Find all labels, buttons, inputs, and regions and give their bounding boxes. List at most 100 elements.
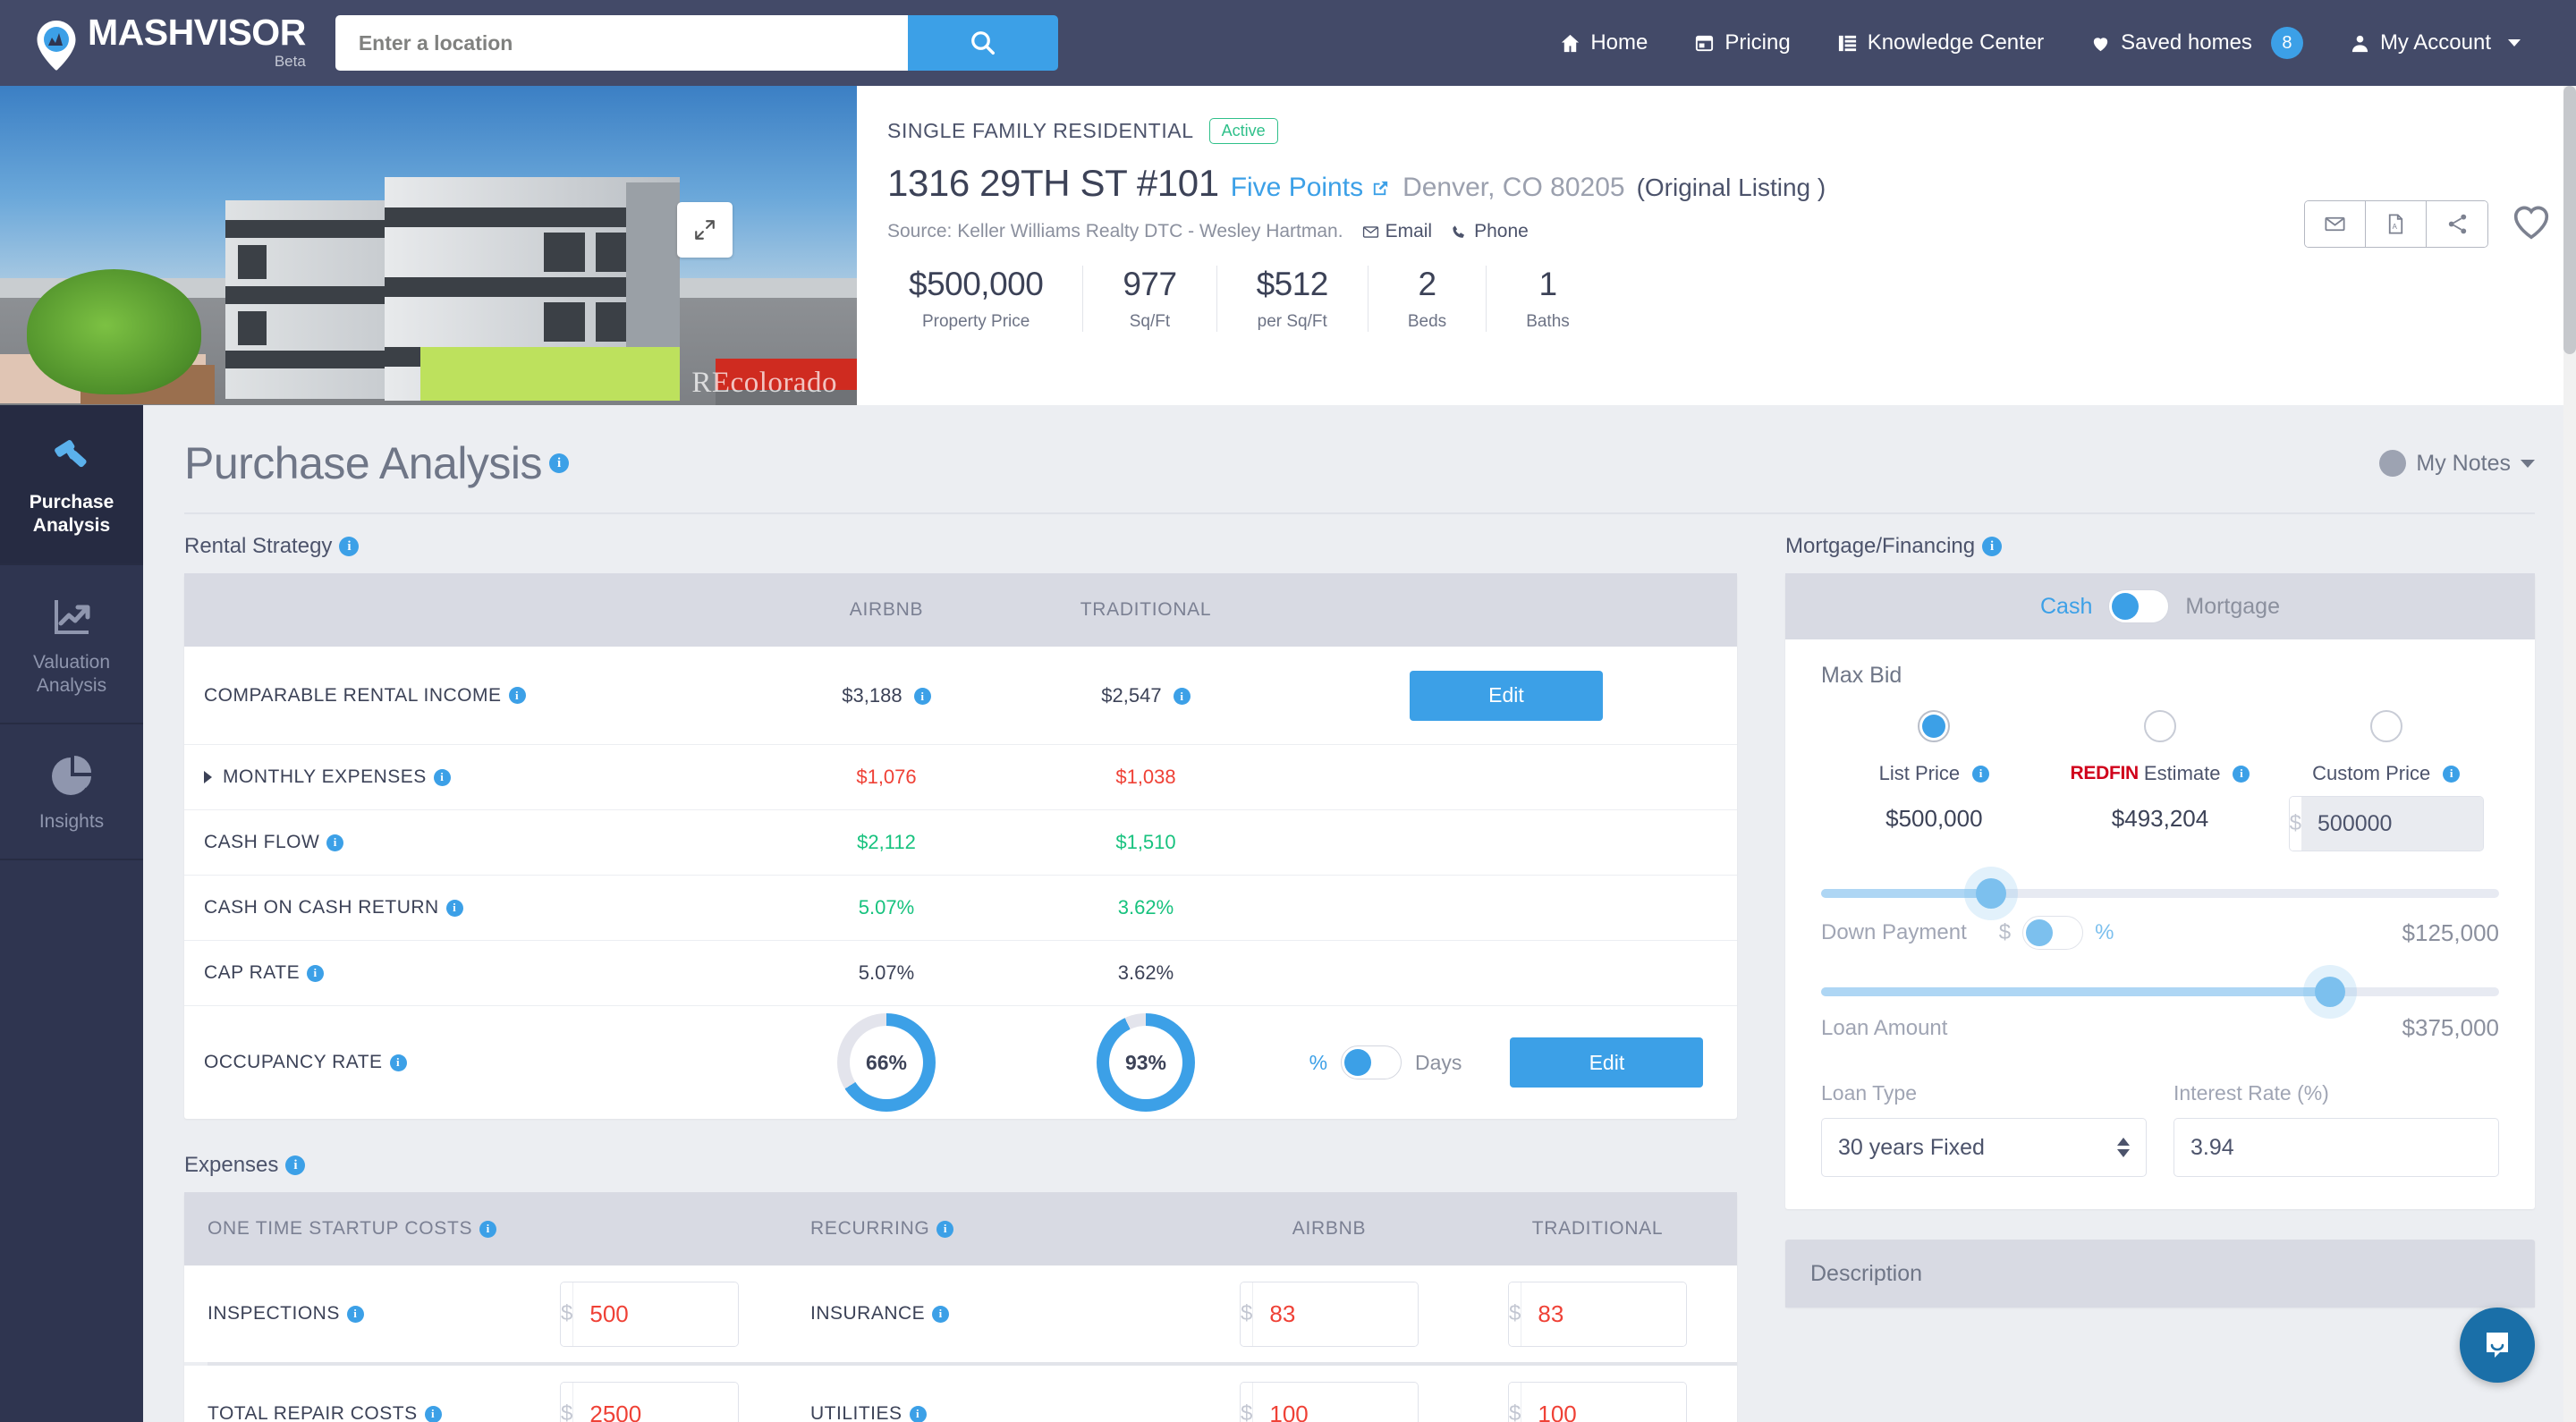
insurance-traditional-value-input[interactable] bbox=[1521, 1282, 1686, 1346]
insurance-traditional-money-input[interactable]: $ bbox=[1508, 1281, 1687, 1347]
inspections-money-input[interactable]: $ bbox=[560, 1281, 739, 1347]
column-info-icon[interactable]: i bbox=[479, 1220, 497, 1238]
original-listing-label: (Original Listing ) bbox=[1636, 174, 1826, 201]
nav-item-pricing[interactable]: Pricing bbox=[1671, 30, 1813, 55]
down-payment-unit-toggle[interactable] bbox=[2022, 916, 2084, 950]
option-info-icon[interactable]: i bbox=[1972, 765, 1990, 783]
loan-amount-slider[interactable] bbox=[1821, 977, 2499, 1007]
financing-mode-toggle[interactable] bbox=[2108, 589, 2170, 623]
share-icon bbox=[2448, 214, 2466, 234]
row-label-text: INSPECTIONS bbox=[208, 1303, 340, 1324]
row-info-icon[interactable]: i bbox=[932, 1305, 950, 1323]
property-city: Denver, CO 80205 bbox=[1402, 173, 1625, 202]
row-info-icon[interactable]: i bbox=[389, 1054, 407, 1071]
max-bid-option-custom-price: Custom Price i $ bbox=[2273, 710, 2499, 851]
brand-name: MASHVISOR bbox=[88, 11, 306, 53]
nav-item-saved-homes[interactable]: Saved homes 8 bbox=[2067, 27, 2326, 59]
row-label-cap-rate: CAP RATE i bbox=[184, 962, 757, 984]
neighborhood-link[interactable]: Five Points bbox=[1231, 173, 1391, 203]
custom-price-input[interactable] bbox=[2301, 797, 2483, 851]
nav-item-knowledge-center[interactable]: Knowledge Center bbox=[1814, 30, 2067, 55]
row-info-icon[interactable]: i bbox=[424, 1405, 442, 1422]
interest-rate-input[interactable]: 3.94 bbox=[2174, 1118, 2499, 1177]
slider-thumb[interactable] bbox=[1975, 878, 2006, 909]
row-info-icon[interactable]: i bbox=[346, 1305, 364, 1323]
cell-value: $3,188 bbox=[842, 683, 902, 707]
row-info-icon[interactable]: i bbox=[445, 899, 463, 917]
nav-item-my-account[interactable]: My Account bbox=[2326, 30, 2544, 55]
page-scrollbar[interactable] bbox=[2563, 86, 2576, 1422]
row-info-icon[interactable]: i bbox=[326, 834, 344, 851]
my-notes-label: My Notes bbox=[2416, 450, 2511, 476]
occupancy-unit-toggle[interactable] bbox=[1341, 1045, 1402, 1079]
pdf-download-button[interactable]: A bbox=[2366, 201, 2427, 247]
email-link[interactable]: Email bbox=[1362, 221, 1432, 242]
cell-traditional-cap-rate: 3.62% bbox=[1117, 961, 1174, 984]
utilities-airbnb-value-input[interactable] bbox=[1253, 1382, 1418, 1422]
utilities-traditional-value-input[interactable] bbox=[1521, 1382, 1686, 1422]
radio-custom-price[interactable] bbox=[2369, 710, 2402, 742]
chat-widget-button[interactable] bbox=[2460, 1308, 2535, 1383]
insurance-airbnb-money-input[interactable]: $ bbox=[1240, 1281, 1419, 1347]
interest-rate-label: Interest Rate (%) bbox=[2174, 1081, 2329, 1105]
row-info-icon[interactable]: i bbox=[433, 768, 451, 786]
cell-info-icon[interactable]: i bbox=[1173, 688, 1191, 706]
financing-mortgage-label: Mortgage bbox=[2185, 593, 2280, 619]
edit-rental-income-button[interactable]: Edit bbox=[1410, 670, 1603, 721]
search-input[interactable] bbox=[335, 15, 908, 71]
my-notes-dropdown[interactable]: My Notes bbox=[2379, 450, 2535, 477]
donut-traditional-value: 93% bbox=[1109, 1026, 1182, 1099]
utilities-traditional-money-input[interactable]: $ bbox=[1508, 1381, 1687, 1422]
cell-airbnb-cash-flow: $2,112 bbox=[857, 831, 916, 853]
cell-info-icon[interactable]: i bbox=[913, 688, 931, 706]
down-payment-slider[interactable] bbox=[1821, 878, 2499, 909]
option-info-icon[interactable]: i bbox=[2443, 765, 2461, 783]
row-info-icon[interactable]: i bbox=[909, 1405, 927, 1422]
loan-type-select[interactable]: 30 years Fixed bbox=[1821, 1118, 2147, 1177]
mortgage-info-icon[interactable]: i bbox=[1982, 537, 2003, 556]
stat-value: 977 bbox=[1123, 266, 1177, 302]
column-info-icon[interactable]: i bbox=[936, 1220, 954, 1238]
donut-chart-airbnb: 66% bbox=[837, 1013, 936, 1112]
row-info-icon[interactable]: i bbox=[508, 687, 526, 704]
page-title-info-icon[interactable]: i bbox=[549, 453, 570, 473]
cell-traditional-occupancy: 93% bbox=[1016, 1013, 1275, 1112]
table-row-occupancy: OCCUPANCY RATE i 66% 93% % Days Edit bbox=[184, 1006, 1737, 1119]
insurance-airbnb-value-input[interactable] bbox=[1253, 1282, 1418, 1346]
section-label-text: Expenses bbox=[184, 1153, 279, 1177]
nav-item-home[interactable]: Home bbox=[1537, 30, 1671, 55]
max-bid-option-list-price: List Price i $500,000 bbox=[1821, 710, 2047, 851]
phone-link[interactable]: Phone bbox=[1451, 221, 1529, 242]
sidebar-item-purchase-analysis[interactable]: Purchase Analysis bbox=[0, 405, 143, 565]
favorite-button[interactable] bbox=[2512, 204, 2551, 244]
rental-strategy-info-icon[interactable]: i bbox=[339, 537, 360, 556]
radio-list-price[interactable] bbox=[1918, 710, 1951, 742]
spinner-arrows-icon[interactable] bbox=[2117, 1138, 2130, 1157]
sidebar-item-valuation-analysis[interactable]: Valuation Analysis bbox=[0, 565, 143, 724]
heart-icon bbox=[2513, 206, 2549, 240]
sidebar-item-insights[interactable]: Insights bbox=[0, 724, 143, 861]
brand-logo[interactable]: MASHVISOR Beta bbox=[34, 11, 306, 72]
edit-occupancy-button[interactable]: Edit bbox=[1510, 1037, 1704, 1088]
share-button[interactable] bbox=[2427, 201, 2487, 247]
radio-redfin-estimate[interactable] bbox=[2144, 710, 2176, 742]
slider-thumb[interactable] bbox=[2314, 977, 2345, 1007]
cell-traditional-cash-flow: $1,510 bbox=[1115, 831, 1176, 853]
inspections-value-input[interactable] bbox=[573, 1282, 738, 1346]
property-photo[interactable]: REcolorado bbox=[0, 86, 857, 405]
option-info-icon[interactable]: i bbox=[2233, 765, 2250, 783]
option-label-text: List Price bbox=[1878, 762, 1961, 784]
custom-price-input-group[interactable]: $ bbox=[2288, 796, 2484, 851]
total-repair-costs-value-input[interactable] bbox=[573, 1382, 738, 1422]
row-info-icon[interactable]: i bbox=[307, 964, 325, 982]
table-row[interactable]: MONTHLY EXPENSES i $1,076 $1,038 bbox=[184, 745, 1737, 810]
scrollbar-thumb[interactable] bbox=[2563, 86, 2576, 354]
sidebar-label-line2: Analysis bbox=[36, 674, 107, 696]
search-button[interactable] bbox=[907, 15, 1058, 71]
chevron-right-icon[interactable] bbox=[204, 771, 212, 783]
email-share-button[interactable] bbox=[2305, 201, 2366, 247]
expenses-info-icon[interactable]: i bbox=[285, 1155, 306, 1175]
utilities-airbnb-money-input[interactable]: $ bbox=[1240, 1381, 1419, 1422]
expand-photo-button[interactable] bbox=[677, 202, 733, 258]
total-repair-costs-money-input[interactable]: $ bbox=[560, 1381, 739, 1422]
